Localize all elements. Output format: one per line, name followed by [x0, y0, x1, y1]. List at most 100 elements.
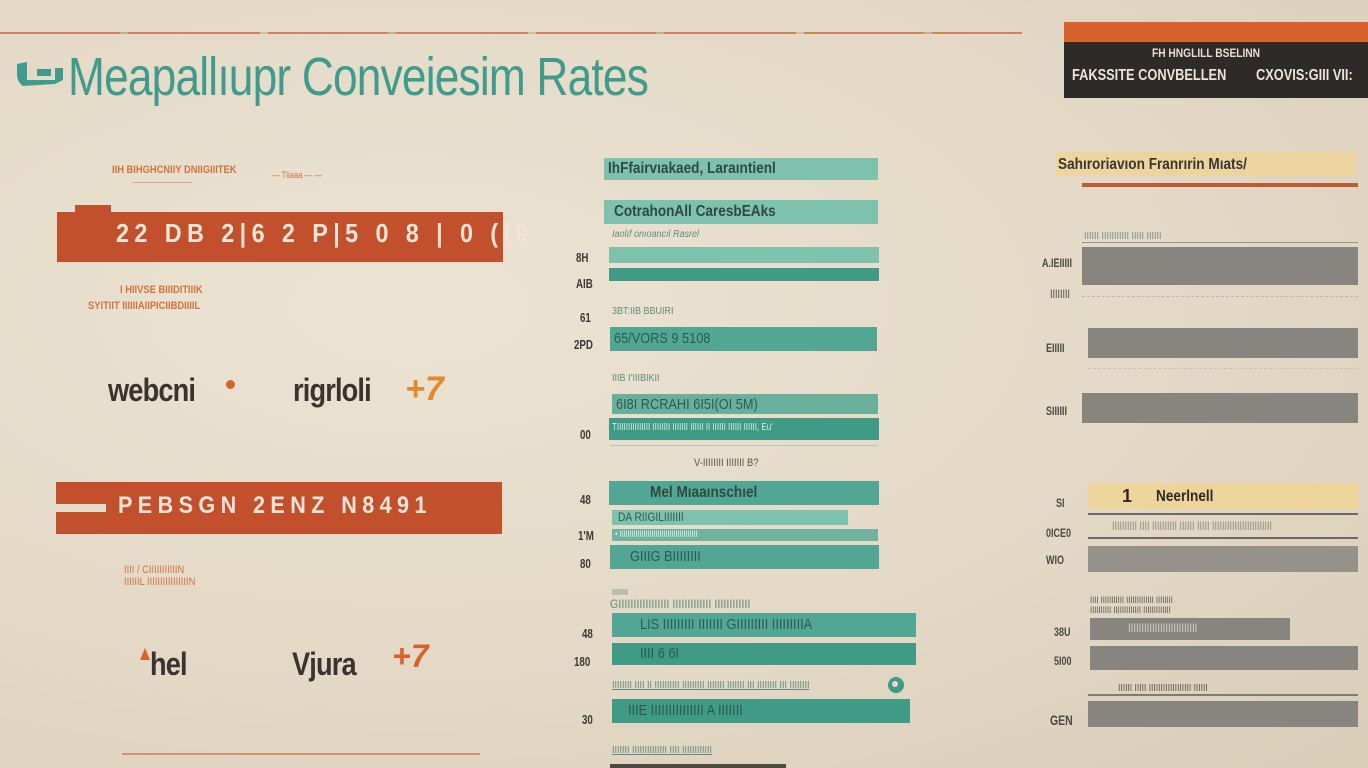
- middle-caption-5: GIIIIIIIIIIIIIIIII IIIIIIIIIIIII IIIIIII…: [610, 597, 751, 611]
- logo-rigrloli-text: rigrloli: [293, 372, 372, 408]
- left-highlight-bar-2-text: PEBSGN 2ENZ N8491: [118, 492, 432, 519]
- middle-row-label: 80: [580, 556, 591, 571]
- middle-bar-text: TIIIIIIIIIIIIIII IIIIIIII IIIIIII IIIIII…: [612, 422, 773, 433]
- middle-bar-text: IIII 6 6I: [640, 645, 679, 662]
- logo-vjura: Vjura +7: [292, 638, 428, 683]
- left-caption-bottom-2: IIIIIIL IIIIIIIIIIIIIIIIN: [124, 576, 196, 588]
- right-row-sublabel: IIIIIIII: [1050, 287, 1071, 301]
- left-caption-top: IIH BIHGHCNIIY DNIIGIIITEK: [112, 164, 237, 176]
- logo-rigrloli-mark-icon: +7: [405, 370, 444, 408]
- middle-bar-text: DA RIIGILIIIIIII: [618, 510, 684, 524]
- right-bar: [1090, 646, 1358, 670]
- middle-caption-5-top: IIIIIIII: [612, 588, 629, 597]
- middle-bar-text: Mel Mıaaınschıel: [650, 484, 758, 501]
- middle-row-label: 48: [582, 626, 593, 641]
- left-highlight-bar-1-tab: [75, 205, 111, 215]
- right-row-label: 0ICE0: [1046, 526, 1072, 540]
- right-caption-1-underline: [1082, 242, 1358, 243]
- right-bar-text: IIIIIIIIIIIIIIIIIIIIIIIIII: [1128, 621, 1198, 635]
- right-caption-3: IIIIII IIIII IIIIIIIIIIIIIIIIII IIIIII: [1118, 683, 1208, 694]
- middle-row-label: 48: [580, 492, 591, 507]
- left-caption-mid-1: I HIIVSE BIIIDITIIIK: [120, 284, 203, 296]
- middle-row-label: AIB: [576, 276, 593, 291]
- right-bar: [1088, 328, 1358, 358]
- logo-vjura-mark-icon: +7: [392, 638, 429, 674]
- left-caption-bottom-1: IIII / CIIIIIIIIIIIN: [124, 564, 185, 576]
- middle-bottom-bar: [610, 764, 786, 768]
- left-highlight-bar-1-text: 22 DB 2|6 2 P|5 0 8 | 0 (i9: [116, 218, 534, 248]
- middle-caption-4: V-IIIIIIII IIIIIII B?: [694, 457, 759, 469]
- right-row-label: WIO: [1046, 553, 1064, 567]
- middle-row-label: 2PD: [574, 337, 593, 352]
- tape-dispenser-icon: [17, 62, 63, 86]
- logo-webcni: webcni: [108, 372, 235, 409]
- middle-info-icon-inner: [892, 681, 898, 687]
- right-caption-2-1: IIII IIIIIIIIIII IIIIIIIIIIIII IIIIIIII: [1090, 595, 1173, 605]
- right-row-label: SIIIIII: [1046, 404, 1068, 418]
- right-header-underline: [1082, 183, 1358, 187]
- middle-row-label: 8H: [576, 250, 589, 265]
- left-caption-underline: [132, 182, 192, 183]
- middle-row-label: 1'M: [578, 528, 594, 543]
- logo-hel: hel: [140, 646, 193, 683]
- right-divider: [1088, 694, 1358, 696]
- middle-bar-text: • IIIIIIIIIIIIIIIIIIIIIIIIIIIIIIIIIIIIII…: [615, 529, 698, 539]
- middle-header-1: IhFfairvıakaed, Laraıntienl: [608, 160, 776, 177]
- middle-bar: [609, 247, 879, 263]
- middle-header-2: CotrahonAll CaresbEAks: [614, 203, 776, 220]
- middle-caption-1: Iaolıf onıoancıl Rasrel: [612, 229, 700, 240]
- right-caption-2-2: IIIIIIIIII IIIIIIIIIIIII IIIIIIIIIIIII: [1090, 605, 1171, 615]
- page-title: Meapallıupr Conveiesim Rates: [68, 47, 649, 107]
- right-highlight-text: Neerlnell: [1156, 488, 1214, 505]
- middle-divider: [610, 445, 878, 446]
- bottom-divider-rule: [122, 753, 480, 755]
- right-highlight-rank: 1: [1122, 486, 1133, 506]
- right-bar: [1082, 393, 1358, 423]
- right-row-label: GEN: [1050, 712, 1073, 728]
- middle-caption-6: IIIIIIII IIII II IIIIIIIIII IIIIIIIII II…: [612, 680, 810, 691]
- right-row-label: SI: [1056, 496, 1065, 510]
- right-divider: [1088, 537, 1358, 539]
- middle-bar: [609, 268, 879, 281]
- left-caption-mid-2: SYITIIT IIIIIIAIIPICIIBDIIIIL: [88, 300, 201, 312]
- top-divider-rule: [0, 32, 1022, 34]
- middle-bar-text: IIIE IIIIIIIIIIIIIII A IIIIIII: [628, 702, 743, 719]
- middle-row-label: 00: [580, 427, 591, 442]
- banner-label-right: CXOVIS:GIII VII:: [1256, 67, 1353, 84]
- right-header: Sahıroriavıon Franrırin Mıats/: [1058, 156, 1247, 173]
- right-bar: [1088, 546, 1358, 572]
- middle-info-icon[interactable]: [888, 677, 904, 693]
- top-right-banner: FH HNGLILL BSELINN FAKSSITE CONVBELLEN C…: [1064, 22, 1368, 98]
- logo-webcni-dot-icon: [226, 380, 235, 389]
- logo-hel-mark-icon: [140, 648, 150, 660]
- middle-bar-text: 6I8I RCRAHI 6I5I(OI 5M): [616, 396, 758, 413]
- right-row-text: IIIIIIIIII IIII IIIIIIIIII IIIIII IIIII …: [1112, 519, 1273, 533]
- banner-label-left: FAKSSITE CONVBELLEN: [1072, 67, 1227, 84]
- middle-row-label: 30: [582, 712, 593, 727]
- right-row-label: 5I00: [1054, 654, 1072, 668]
- right-bar: [1082, 247, 1358, 285]
- middle-bar-text: GIIIG BIIIIIIII: [630, 548, 701, 565]
- right-dashed-divider: [1088, 368, 1358, 370]
- middle-bar-text: 65/VORS 9 5108: [614, 330, 711, 347]
- right-row-label: A.IEIIIII: [1042, 256, 1073, 270]
- right-caption-1: IIIIII IIIIIIIIIII IIIII IIIIII: [1084, 231, 1162, 242]
- logo-hel-text: hel: [150, 646, 188, 682]
- right-row-label: 38U: [1054, 625, 1071, 639]
- banner-orange-strip: [1064, 22, 1368, 42]
- middle-row-label: 61: [580, 310, 591, 325]
- right-divider: [1088, 513, 1358, 515]
- middle-caption-3: IIIB I’IIIBIKII: [612, 373, 660, 384]
- right-row-label: EIIIII: [1046, 341, 1065, 355]
- logo-webcni-text: webcni: [108, 372, 196, 408]
- logo-rigrloli: rigrloli +7: [293, 370, 444, 409]
- middle-row-label: 180: [574, 654, 591, 669]
- logo-vjura-text: Vjura: [292, 646, 357, 682]
- middle-bar-text: LIS IIIIIIIII IIIIIII GIIIIIIIII IIIIIII…: [640, 616, 813, 633]
- left-highlight-bar-2-notch: [56, 504, 106, 512]
- left-caption-top-trail: — Tliaaa — —: [272, 170, 323, 180]
- banner-subtitle: FH HNGLILL BSELINN: [1152, 46, 1261, 60]
- right-dashed-divider: [1082, 296, 1358, 298]
- middle-caption-2: 3BT:IIB BBUIRI: [612, 306, 674, 317]
- right-bar: [1088, 701, 1358, 727]
